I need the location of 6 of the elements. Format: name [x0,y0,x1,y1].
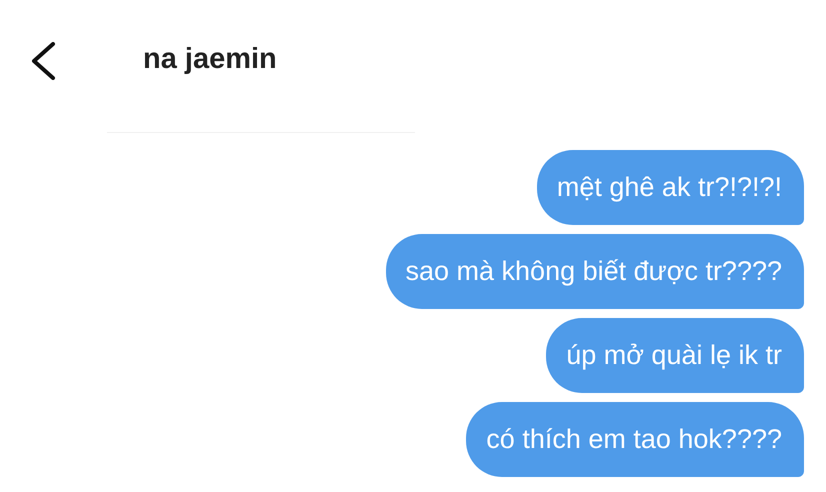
message-bubble: mệt ghê ak tr?!?!?! [536,150,804,225]
contact-name: na jaemin [143,42,277,76]
back-icon[interactable] [30,42,56,80]
message-bubble: có thích em tao hok???? [466,402,804,477]
message-bubble: úp mở quài lẹ ik tr [546,318,804,393]
message-bubble: sao mà không biết được tr???? [386,234,804,309]
